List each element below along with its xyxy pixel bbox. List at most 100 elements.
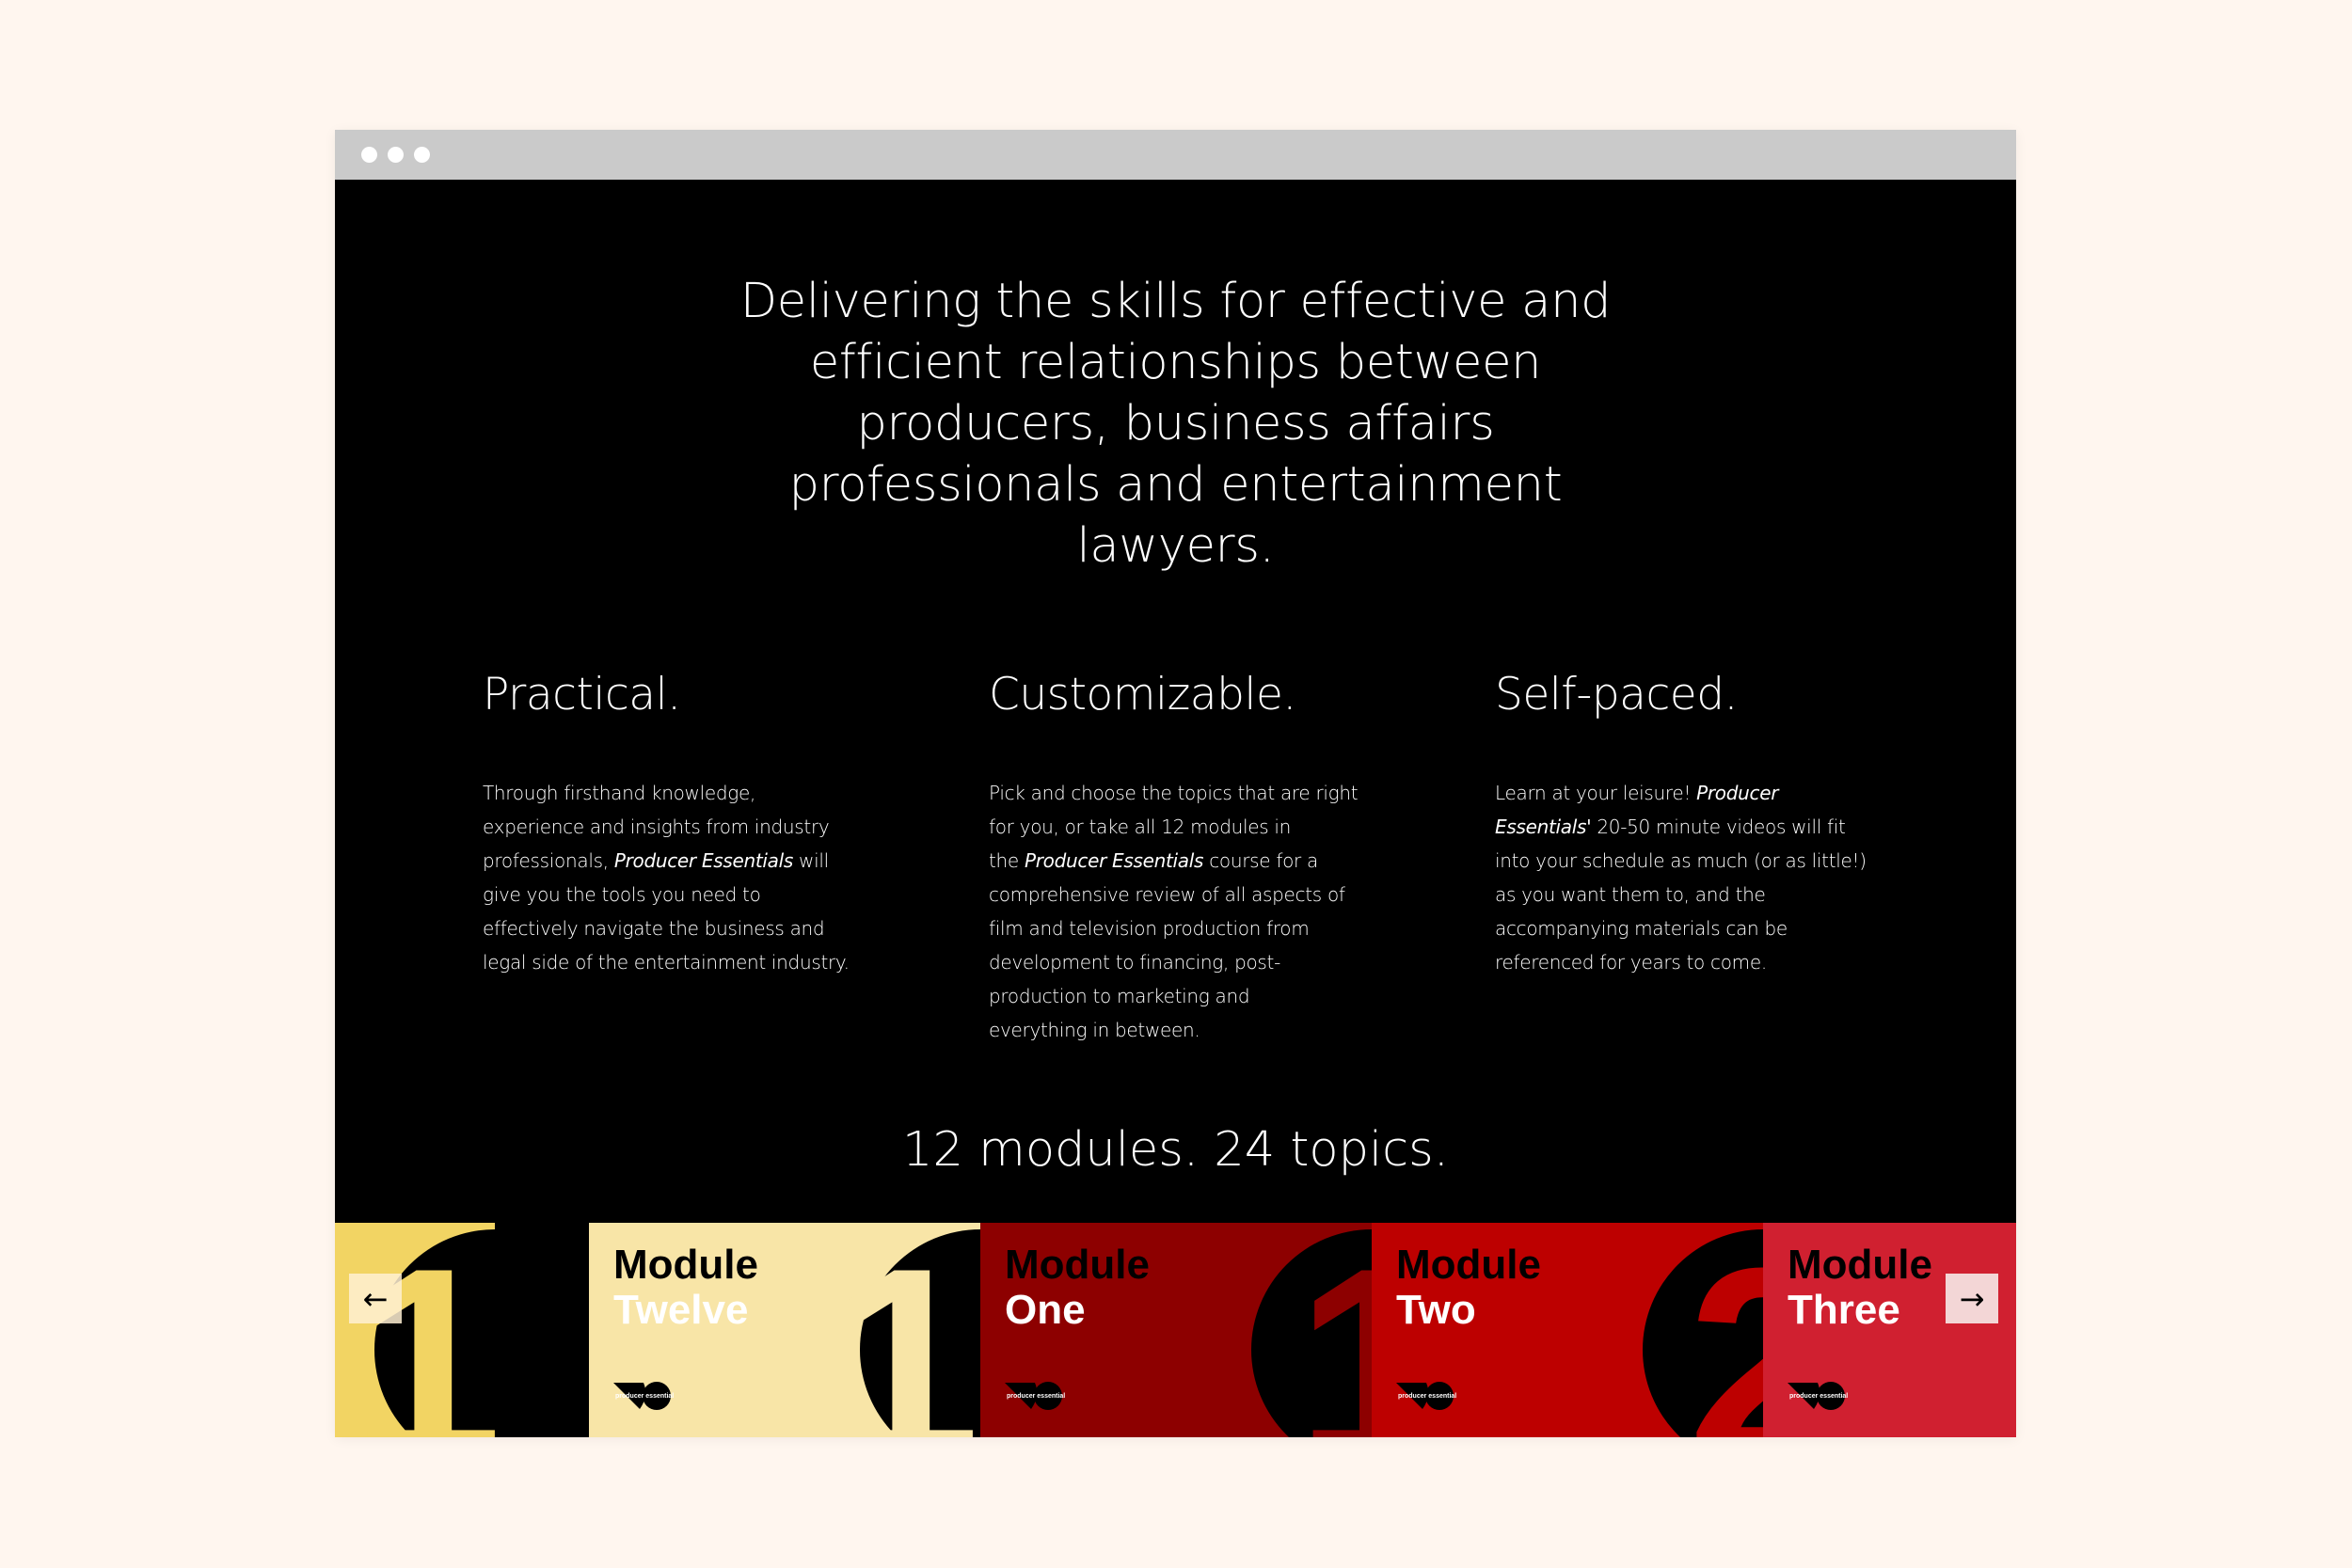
description-text: experience and insights from industry	[483, 816, 830, 838]
page-content: Delivering the skills for effective and …	[335, 180, 2016, 1437]
feature-title: Practical.	[483, 669, 681, 721]
hero-line: Delivering the skills for effective and	[739, 274, 1612, 329]
carousel-prev-button[interactable]: ←	[349, 1274, 402, 1323]
logo-wordmark: producer essentials	[1007, 1393, 1065, 1400]
hero-line: producers, business affairs	[856, 396, 1495, 451]
module-number: 12	[829, 1223, 980, 1437]
description-line: development to financing, post-	[989, 945, 1384, 979]
feature-customizable: Customizable. Pick and choose the topics…	[989, 669, 1384, 1047]
product-name: Essentials'	[1495, 816, 1592, 838]
module-name: One	[1005, 1287, 1086, 1333]
description-line: the Producer Essentials course for a	[989, 844, 1384, 878]
window-dot[interactable]	[414, 147, 430, 163]
description-line: accompanying materials can be	[1495, 911, 1890, 945]
module-card-three[interactable]: 3ModuleThreeproducer essentials	[1763, 1223, 2016, 1437]
description-line: Through firsthand knowledge,	[483, 776, 878, 810]
product-name: Producer	[1696, 782, 1779, 804]
hero-line: professionals and entertainment	[788, 457, 1563, 513]
description-line: everything in between.	[989, 1013, 1384, 1047]
description-text: referenced for years to come.	[1495, 951, 1767, 974]
product-name: Producer Essentials	[613, 849, 793, 872]
window-controls	[361, 147, 430, 163]
description-text: everything in between.	[989, 1019, 1200, 1041]
module-number: 1	[1295, 1223, 1372, 1437]
description-line: professionals, Producer Essentials will	[483, 844, 878, 878]
module-number: 11	[351, 1223, 495, 1437]
description-line: Pick and choose the topics that are righ…	[989, 776, 1384, 810]
producer-essentials-logo: producer essentials	[1005, 1382, 1065, 1410]
logo-wordmark: producer essentials	[1398, 1393, 1456, 1400]
description-line: as you want them to, and the	[1495, 878, 1890, 911]
feature-practical: Practical. Through firsthand knowledge, e…	[483, 669, 878, 979]
description-text: accompanying materials can be	[1495, 917, 1788, 940]
producer-essentials-logo: producer essentials	[1788, 1382, 1848, 1410]
description-text: will	[793, 849, 829, 872]
module-card-one[interactable]: 1 ModuleOne producer essentials	[980, 1223, 1372, 1437]
description-line: experience and insights from industry	[483, 810, 878, 844]
description-line: referenced for years to come.	[1495, 945, 1890, 979]
description-line: film and television production from	[989, 911, 1384, 945]
module-number: 2	[1687, 1223, 1763, 1437]
feature-title: Customizable.	[989, 669, 1296, 721]
module-carousel[interactable]: 11ModuleElevenproducer essentials 12Modu…	[335, 1223, 2016, 1437]
module-card-two[interactable]: 2 ModuleTwo producer essentials	[1372, 1223, 1763, 1437]
description-line: into your schedule as much (or as little…	[1495, 844, 1890, 878]
description-line: production to marketing and	[989, 979, 1384, 1013]
module-card-eleven[interactable]: 11ModuleElevenproducer essentials	[335, 1223, 495, 1437]
description-line: for you, or take all 12 modules in	[989, 810, 1384, 844]
description-text: into your schedule as much (or as little…	[1495, 849, 1867, 872]
module-name: Two	[1396, 1287, 1476, 1333]
producer-essentials-logo: producer essentials	[1396, 1382, 1456, 1410]
feature-title: Self-paced.	[1495, 669, 1738, 721]
description-text: Learn at your leisure!	[1495, 782, 1697, 804]
modules-summary: 12 modules. 24 topics.	[902, 1122, 1449, 1178]
description-line: effectively navigate the business and	[483, 911, 878, 945]
module-card-twelve[interactable]: 12 ModuleTwelve producer essentials	[589, 1223, 980, 1437]
module-label: Module	[1788, 1242, 1932, 1288]
product-name: Producer Essentials	[1024, 849, 1204, 872]
description-text: effectively navigate the business and	[483, 917, 825, 940]
logo-wordmark: producer essentials	[615, 1393, 674, 1400]
description-text: 20-50 minute videos will fit	[1591, 816, 1846, 838]
hero-heading: Delivering the skills for effective and …	[711, 271, 1640, 577]
description-text: development to financing, post-	[989, 951, 1280, 974]
window-dot[interactable]	[361, 147, 377, 163]
logo-wordmark: producer essentials	[1789, 1393, 1848, 1400]
browser-window: Delivering the skills for effective and …	[335, 130, 2016, 1437]
feature-description: Learn at your leisure! Producer Essential…	[1495, 776, 1890, 979]
description-line: Essentials' 20-50 minute videos will fit	[1495, 810, 1890, 844]
module-label: Module	[1396, 1242, 1541, 1288]
module-label: Module	[613, 1242, 758, 1288]
description-line: Learn at your leisure! Producer	[1495, 776, 1890, 810]
description-text: production to marketing and	[989, 985, 1250, 1007]
description-text: the	[989, 849, 1025, 872]
description-line: comprehensive review of all aspects of	[989, 878, 1384, 911]
module-number-graphic: 11	[351, 1223, 495, 1437]
description-line: give you the tools you need to	[483, 878, 878, 911]
window-dot[interactable]	[388, 147, 404, 163]
arrow-right-icon: →	[1959, 1280, 1985, 1317]
description-text: as you want them to, and the	[1495, 883, 1766, 906]
carousel-next-button[interactable]: →	[1946, 1274, 1998, 1323]
description-text: course for a	[1203, 849, 1318, 872]
arrow-left-icon: ←	[362, 1280, 389, 1317]
description-text: for you, or take all 12 modules in	[989, 816, 1292, 838]
description-text: film and television production from	[989, 917, 1310, 940]
description-text: legal side of the entertainment industry…	[483, 951, 850, 974]
feature-self-paced: Self-paced. Learn at your leisure! Produ…	[1495, 669, 1890, 979]
producer-essentials-logo: producer essentials	[613, 1382, 674, 1410]
module-label: Module	[1005, 1242, 1150, 1288]
feature-description: Pick and choose the topics that are righ…	[989, 776, 1384, 1047]
description-text: Pick and choose the topics that are righ…	[989, 782, 1359, 804]
description-text: give you the tools you need to	[483, 883, 761, 906]
description-text: Through firsthand knowledge,	[483, 782, 756, 804]
module-name: Three	[1788, 1287, 1900, 1333]
browser-chrome	[335, 130, 2016, 180]
feature-description: Through firsthand knowledge, experience a…	[483, 776, 878, 979]
description-line: legal side of the entertainment industry…	[483, 945, 878, 979]
description-text: comprehensive review of all aspects of	[989, 883, 1345, 906]
description-text: professionals,	[483, 849, 614, 872]
hero-line: efficient relationships between	[809, 335, 1542, 390]
hero-line: lawyers.	[1076, 518, 1275, 574]
module-name: Twelve	[613, 1287, 749, 1333]
